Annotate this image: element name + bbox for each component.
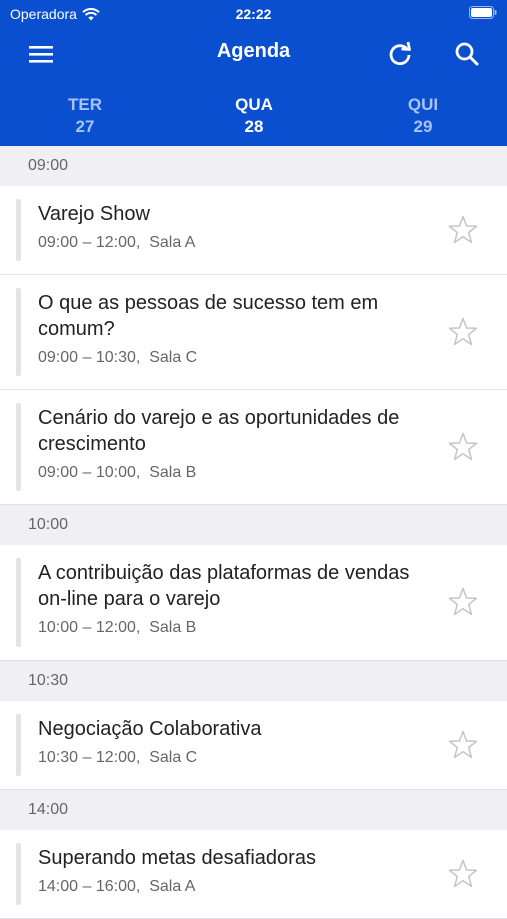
session-item[interactable]: Superando metas desafiadoras 14:00 – 16:… (0, 830, 507, 919)
session-room: Sala C (149, 349, 198, 366)
star-icon[interactable] (447, 316, 479, 348)
section-header: 14:00 (0, 790, 507, 830)
session-title: O que as pessoas de sucesso tem em comum… (38, 292, 379, 340)
session-room: Sala C (149, 749, 198, 766)
session-item[interactable]: Negociação Colaborativa 10:30 – 12:00, S… (0, 701, 507, 790)
session-title: A contribuição das plataformas de vendas… (38, 562, 410, 610)
day-selector: TER 27 QUA 28 QUI 29 (0, 94, 507, 142)
session-title: Varejo Show (38, 203, 150, 225)
session-meta: 10:00 – 12:00, Sala B (38, 619, 437, 637)
session-title: Negociação Colaborativa (38, 718, 262, 740)
status-time: 22:22 (235, 6, 272, 22)
star-icon[interactable] (447, 858, 479, 890)
session-time: 10:30 – 12:00, (38, 749, 141, 766)
session-meta: 14:00 – 16:00, Sala A (38, 878, 427, 896)
session-item[interactable]: A contribuição das plataformas de vendas… (0, 545, 507, 661)
session-title: Superando metas desafiadoras (38, 847, 316, 869)
section-header: 09:00 (0, 146, 507, 186)
section-header: 10:30 (0, 661, 507, 701)
day-tab-ter[interactable]: TER 27 (25, 94, 145, 138)
star-icon[interactable] (447, 214, 479, 246)
day-number: 28 (244, 117, 264, 136)
day-tab-qui[interactable]: QUI 29 (363, 94, 483, 138)
track-indicator (16, 288, 21, 376)
track-indicator (16, 403, 21, 491)
star-icon[interactable] (447, 729, 479, 761)
track-indicator (16, 558, 21, 647)
status-bar: Operadora 22:22 (0, 0, 507, 28)
session-room: Sala B (149, 619, 197, 636)
session-item[interactable]: Varejo Show 09:00 – 12:00, Sala A (0, 186, 507, 275)
day-of-week: TER (68, 95, 102, 114)
page-title: Agenda (216, 40, 291, 62)
track-indicator (16, 714, 21, 776)
nav-bar: Agenda (0, 30, 507, 76)
session-room: Sala A (149, 234, 196, 251)
section-header: 10:00 (0, 505, 507, 545)
search-icon[interactable] (453, 40, 481, 68)
day-of-week: QUA (235, 95, 273, 114)
session-time: 09:00 – 10:30, (38, 349, 141, 366)
day-number: 29 (413, 117, 433, 136)
session-room: Sala B (149, 464, 197, 481)
session-item[interactable]: O que as pessoas de sucesso tem em comum… (0, 275, 507, 390)
session-meta: 09:00 – 10:00, Sala B (38, 464, 437, 482)
session-time: 14:00 – 16:00, (38, 878, 141, 895)
session-time: 09:00 – 10:00, (38, 464, 141, 481)
refresh-icon[interactable] (386, 40, 414, 68)
star-icon[interactable] (447, 431, 479, 463)
day-of-week: QUI (407, 95, 439, 114)
day-number: 27 (75, 117, 95, 136)
session-room: Sala A (149, 878, 196, 895)
app-header: Operadora 22:22 Agenda TER 27 QUA 28 QUI… (0, 0, 507, 146)
track-indicator (16, 199, 21, 261)
session-meta: 10:30 – 12:00, Sala C (38, 749, 427, 767)
star-icon[interactable] (447, 586, 479, 618)
session-time: 10:00 – 12:00, (38, 619, 141, 636)
agenda-list: 09:00 Varejo Show 09:00 – 12:00, Sala A … (0, 146, 507, 919)
session-item[interactable]: Cenário do varejo e as oportunidades de … (0, 390, 507, 505)
track-indicator (16, 843, 21, 905)
battery-icon (469, 6, 497, 22)
session-meta: 09:00 – 10:30, Sala C (38, 349, 437, 367)
day-tab-qua[interactable]: QUA 28 (194, 94, 314, 138)
session-title: Cenário do varejo e as oportunidades de … (38, 407, 400, 455)
session-time: 09:00 – 12:00, (38, 234, 141, 251)
session-meta: 09:00 – 12:00, Sala A (38, 234, 427, 252)
